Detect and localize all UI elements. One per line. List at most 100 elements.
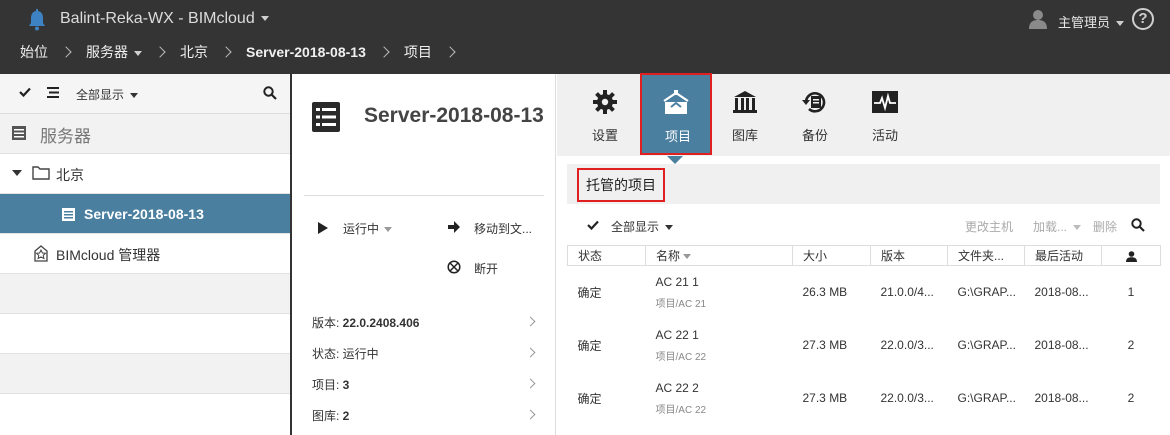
help-icon[interactable]: ? [1132,8,1154,30]
col-status[interactable]: 状态 [567,245,646,266]
title-row: Balint-Reka-WX - BIMcloud 主管理员 ? [0,0,1170,38]
sidebar-beijing-label: 北京 [56,167,84,183]
table-row[interactable]: 确定 AC 21 1 项目/AC 21 26.3 MB 21.0.0/4... G… [568,266,1161,319]
tab-projects[interactable]: 项目 [640,73,712,155]
show-all-label: 全部显示 [76,88,125,102]
active-tab-pointer [667,156,683,164]
info-projects-row[interactable]: 项目: 3 [312,376,540,396]
server-title: Server-2018-08-13 [364,104,544,127]
backup-icon [802,92,826,113]
col-size[interactable]: 大小 [792,245,871,266]
projects-icon [663,90,689,114]
divider [304,195,544,196]
sidebar-servers-label: 服务器 [40,127,91,146]
check-icon[interactable] [587,220,599,230]
tab-projects-label: 项目 [664,129,691,144]
col-version[interactable]: 版本 [870,245,948,266]
project-name: AC 22 1 [655,327,699,342]
cell-last-activity: 2018-08... [1034,338,1089,352]
info-libraries-row[interactable]: 图库: 2 [312,407,540,427]
load-button[interactable]: 加载... [1033,218,1082,235]
sidebar-item-servers[interactable]: 服务器 [0,114,290,154]
project-path: 项目/AC 21 [655,298,707,310]
check-icon[interactable] [19,87,31,97]
chevron-right-icon [220,46,232,58]
info-status-value: 运行中 [342,347,379,361]
change-host-button[interactable]: 更改主机 [965,218,1013,235]
breadcrumb-servers-label: 服务器 [86,44,128,60]
chevron-right-icon [525,378,536,389]
info-version-row[interactable]: 版本: 22.0.2408.406 [312,314,540,334]
sidebar-empty-row [0,274,290,314]
tab-settings[interactable]: 设置 [569,74,641,154]
chevron-down-icon [134,50,142,56]
col-name[interactable]: 名称 [645,245,793,266]
server-icon [312,102,340,132]
cell-version: 22.0.0/3... [880,391,934,405]
tab-library-label: 图库 [731,128,758,143]
user-icon [1125,251,1137,262]
app-title: Balint-Reka-WX - BIMcloud [60,10,255,27]
status-running-label: 运行中 [343,222,380,236]
user-name: 主管理员 [1058,15,1111,30]
cell-name: AC 22 2 项目/AC 22 [646,372,793,425]
cell-status: 确定 [577,391,602,406]
info-status-row[interactable]: 状态: 运行中 [312,345,540,365]
hosted-projects-title: 托管的项目 [577,168,665,202]
server-detail-panel: Server-2018-08-13 运行中 移动到文... 断开 版本: 22.… [294,74,556,435]
breadcrumb-home[interactable]: 始位 [20,42,48,62]
table-row[interactable]: 确定 AC 22 1 项目/AC 22 27.3 MB 22.0.0/3... G… [568,319,1161,372]
chevron-right-icon [444,46,456,58]
hosted-projects-header: 托管的项目 [567,164,1160,204]
expand-icon[interactable] [12,170,22,176]
show-all-filter[interactable]: 全部显示 [76,86,139,103]
list-icon[interactable] [47,87,59,98]
sidebar-item-beijing[interactable]: 北京 [0,154,290,194]
cell-users: 1 [1127,285,1135,300]
breadcrumb-projects[interactable]: 项目 [404,42,432,62]
projects-table: 状态 名称 大小 版本 文件夹... 最后活动 确定 AC 21 1 项目/AC … [567,245,1161,425]
chevron-down-icon [260,16,269,22]
sidebar-empty-row [0,394,290,435]
info-projects-label: 项目: [312,378,343,392]
breadcrumb-beijing[interactable]: 北京 [180,42,208,62]
library-icon [733,91,757,113]
col-folder[interactable]: 文件夹... [947,245,1025,266]
col-last-activity[interactable]: 最后活动 [1024,245,1102,266]
chevron-right-icon [525,347,536,358]
projects-show-all-filter[interactable]: 全部显示 [611,218,674,235]
disconnect-button[interactable]: 断开 [474,260,498,277]
info-status-label: 状态: [312,347,343,361]
info-libraries-value: 2 [342,409,350,423]
cell-folder: G:\GRAP... [957,338,1016,352]
move-to-button[interactable]: 移动到文... [474,220,532,237]
bell-icon[interactable] [27,9,47,31]
cell-version: 22.0.0/3... [880,338,934,352]
user-menu[interactable]: 主管理员 [1058,12,1125,31]
tab-backup[interactable]: 备份 [779,74,851,154]
tab-library[interactable]: 图库 [709,74,781,154]
cell-folder: G:\GRAP... [957,285,1016,300]
col-users[interactable] [1101,245,1161,266]
breadcrumb-server[interactable]: Server-2018-08-13 [246,44,366,60]
cell-name: AC 21 1 项目/AC 21 [646,266,793,319]
chevron-right-icon [60,46,72,58]
search-icon[interactable] [1131,218,1145,232]
tab-bar: 设置 项目 图库 备份 活动 [557,73,1170,156]
load-button-label: 加载... [1033,220,1068,234]
chevron-down-icon [1073,225,1082,231]
tab-activity[interactable]: 活动 [849,74,921,154]
gear-icon [593,90,617,114]
chevron-down-icon [1116,21,1125,27]
sidebar-item-server[interactable]: Server-2018-08-13 [0,194,290,234]
app-title-menu[interactable]: Balint-Reka-WX - BIMcloud [60,10,269,28]
sidebar-item-manager[interactable]: BIMcloud 管理器 [0,234,290,274]
status-dropdown[interactable]: 运行中 [343,220,393,237]
folder-icon [32,166,50,180]
cell-status: 确定 [577,338,602,353]
disconnect-icon [447,260,461,274]
table-row[interactable]: 确定 AC 22 2 项目/AC 22 27.3 MB 22.0.0/3... G… [568,372,1161,425]
delete-button[interactable]: 删除 [1093,218,1117,235]
search-icon[interactable] [263,86,277,100]
breadcrumb-servers[interactable]: 服务器 [86,42,142,62]
